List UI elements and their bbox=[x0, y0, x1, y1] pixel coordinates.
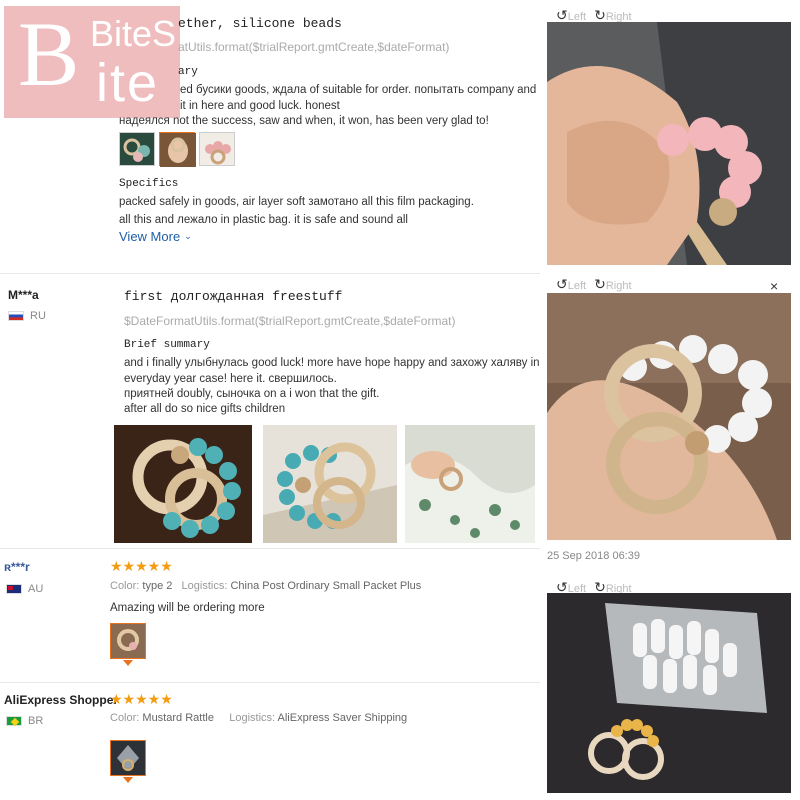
rotate-left-button[interactable]: ↺Left bbox=[556, 276, 586, 293]
rotate-right-icon: ↻ bbox=[594, 276, 606, 292]
reviewer-name: ʀ***r bbox=[4, 560, 30, 574]
summary-line: ed бусики goods, ждала of suitable for o… bbox=[180, 84, 537, 96]
summary-label: Brief summary bbox=[124, 339, 210, 351]
review-title: first долгожданная freestuff bbox=[124, 289, 343, 304]
summary-label: ary bbox=[178, 66, 198, 78]
review-thumbnail[interactable] bbox=[110, 740, 146, 776]
review-photo[interactable] bbox=[114, 425, 252, 543]
selected-indicator bbox=[123, 777, 133, 783]
logistics-value: AliExpress Saver Shipping bbox=[277, 712, 408, 724]
color-value: type 2 bbox=[142, 580, 173, 592]
country-code: RU bbox=[30, 310, 46, 322]
specifics-line: all this and лежало in plastic bag. it i… bbox=[119, 214, 408, 226]
color-value: Mustard Rattle bbox=[142, 712, 214, 724]
country-code: AU bbox=[28, 583, 44, 595]
selected-indicator bbox=[123, 660, 133, 666]
close-icon: × bbox=[770, 278, 779, 294]
rotate-right-button[interactable]: ↻Right bbox=[594, 276, 631, 293]
rotate-left-label: Left bbox=[567, 280, 587, 292]
reviewer-country: AU bbox=[6, 583, 43, 595]
view-more-link[interactable]: View More ⌄ bbox=[119, 229, 192, 244]
viewer-nav: ↺Left ↻Right bbox=[556, 276, 632, 293]
review-date: $DateFormatUtils.format($trialReport.gmt… bbox=[124, 314, 456, 328]
summary-line: приятней doubly, сыночка on a i won that… bbox=[124, 388, 380, 400]
rotate-right-label: Right bbox=[605, 280, 632, 292]
brand-logo: B BiteS ite bbox=[4, 6, 180, 118]
chevron-down-icon: ⌄ bbox=[184, 231, 192, 241]
summary-line: after all do so nice gifts children bbox=[124, 403, 286, 415]
logo-word-bottom: ite bbox=[96, 53, 160, 113]
review-photo[interactable] bbox=[263, 425, 397, 543]
enlarged-photo[interactable] bbox=[547, 22, 791, 265]
rotate-right-icon: ↻ bbox=[594, 7, 606, 23]
flag-icon bbox=[6, 716, 22, 726]
review-photo[interactable] bbox=[405, 425, 535, 543]
summary-line: everyday year case! here it. свершилось. bbox=[124, 373, 337, 385]
specifics-label: Specifics bbox=[119, 178, 179, 190]
logistics-value: China Post Ordinary Small Packet Plus bbox=[230, 580, 422, 592]
logistics-label: Logistics: bbox=[229, 712, 276, 724]
photo-timestamp: 25 Sep 2018 06:39 bbox=[547, 550, 640, 562]
rotate-left-icon: ↺ bbox=[556, 276, 568, 292]
specifics-line: packed safely in goods, air layer soft з… bbox=[119, 196, 474, 208]
enlarged-photo[interactable] bbox=[547, 293, 791, 540]
summary-line: надеялся not the success, saw and when, … bbox=[119, 115, 489, 127]
view-more-label: View More bbox=[119, 229, 181, 244]
reviewer-country: BR bbox=[6, 715, 43, 727]
flag-icon bbox=[6, 584, 22, 594]
flag-icon bbox=[8, 311, 24, 321]
color-label: Color: bbox=[110, 580, 140, 592]
review-thumbnail[interactable] bbox=[159, 132, 196, 167]
reviewer-name: M***a bbox=[8, 288, 39, 302]
review-date: atUtils.format($trialReport.gmtCreate,$d… bbox=[178, 40, 450, 54]
logistics-label: Logistics: bbox=[181, 580, 228, 592]
summary-line: it in here and good luck. honest bbox=[180, 100, 340, 112]
star-rating: ★★★★★ bbox=[110, 691, 173, 707]
review-thumbnail[interactable] bbox=[110, 623, 146, 659]
summary-line: and i finally улыбнулась good luck! more… bbox=[124, 357, 540, 369]
logo-word-top: BiteS bbox=[90, 13, 177, 54]
reviewer-country: RU bbox=[8, 310, 46, 322]
order-info: Color: type 2 Logistics: China Post Ordi… bbox=[110, 580, 421, 592]
review-text: Amazing will be ordering more bbox=[110, 602, 265, 614]
color-label: Color: bbox=[110, 712, 140, 724]
close-button[interactable]: × bbox=[770, 278, 778, 294]
review-thumbnail[interactable] bbox=[199, 132, 235, 166]
rotate-left-icon: ↺ bbox=[556, 7, 568, 23]
enlarged-photo[interactable] bbox=[547, 593, 791, 793]
review-title: ether, silicone beads bbox=[178, 16, 342, 31]
star-rating: ★★★★★ bbox=[110, 558, 173, 574]
logo-letter: B bbox=[18, 3, 80, 105]
reviewer-name: AliExpress Shopper bbox=[4, 693, 119, 707]
review-thumbnail[interactable] bbox=[119, 132, 155, 166]
country-code: BR bbox=[28, 715, 44, 727]
order-info: Color: Mustard Rattle Logistics: AliExpr… bbox=[110, 712, 407, 724]
